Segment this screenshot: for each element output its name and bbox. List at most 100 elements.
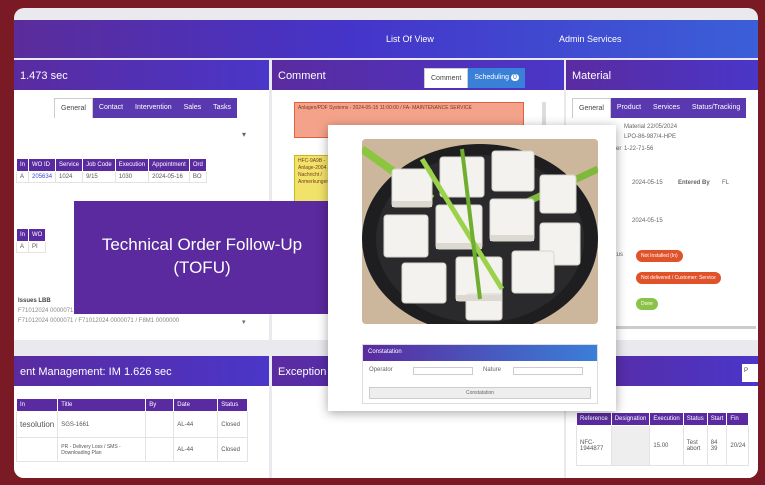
table-cell: 20/24 [726,425,750,466]
table-cell: 1024 [55,171,84,183]
material-value: 2024-05-15 [632,180,663,186]
tab-product[interactable]: Product [610,98,648,118]
table-cell: AL-44 [173,437,219,462]
tab-general[interactable]: General [572,98,611,118]
tofu-banner-title: Technical Order Follow-Up [101,235,303,254]
work-order-tabs: General Contact Intervention Sales Tasks [54,98,238,118]
nature-input[interactable] [513,367,583,375]
scheduling-count-badge: 0 [510,74,519,81]
col-header: Execution [114,158,150,172]
col-header: Execution [649,412,684,426]
table-cell: BO [188,171,207,183]
table-cell: AL-44 [173,411,219,438]
table-cell [610,425,651,466]
table-row[interactable]: tesolution SGS-1661 AL-44 Closed [15,411,249,438]
col-header: In [15,398,59,412]
table-row[interactable]: A 205634 1024 9/15 1030 2024-05-16 BO [15,171,207,183]
tab-sales[interactable]: Sales [177,98,208,118]
col-header: Appointment [148,158,190,172]
operator-label: Operator [369,367,393,373]
nav-admin-services[interactable]: Admin Services [559,34,622,44]
chevron-down-icon[interactable]: ▾ [242,318,246,326]
table-cell: Closed [217,437,249,462]
col-header: Ord [188,158,207,172]
operator-input[interactable] [413,367,473,375]
col-header: In [15,158,30,172]
table-cell: PI [28,241,47,253]
col-header: Job Code [82,158,116,172]
tab-services[interactable]: Services [647,98,686,118]
issues-label: Issues LBB [18,298,51,304]
col-header: WO [28,228,47,242]
related-table: In WO A PI [15,228,47,253]
col-header: WO ID [28,158,57,172]
tab-scheduling[interactable]: Scheduling 0 [468,68,525,88]
chevron-down-icon[interactable]: ▾ [242,130,246,139]
tofu-banner: Technical Order Follow-Up (TOFU) [74,201,330,314]
tab-status-tracking[interactable]: Status/Tracking [685,98,747,118]
col-header: Title [57,398,147,412]
incident-table: In Title By Date Status tesolution SGS-1… [15,398,249,462]
material-tabs: General Product Services Status/Tracking [572,98,747,118]
panel-tab[interactable]: P [742,364,758,382]
incident-panel-title: ent Management: IM 1.626 sec [14,356,269,386]
col-header: By [145,398,175,412]
status-badge: Not delivered / Customer: Service [636,272,721,284]
table-cell: SGS-1661 [57,411,147,438]
table-row[interactable]: PR - Delivery Loss / SMS - Downloading P… [15,437,249,462]
material-value: 2024-05-15 [632,218,663,224]
status-table: Reference Designation Execution Status S… [576,412,750,466]
monitor-frame: List Of View Admin Services 1.473 sec Ge… [0,0,765,485]
tofu-bowl-illustration [362,139,598,324]
comment-tabs: Comment Scheduling 0 [424,68,525,88]
material-panel-title: Material [566,60,758,90]
table-cell: NFC-1944877 [576,425,612,466]
tab-comment[interactable]: Comment [424,68,469,88]
horizontal-scrollbar[interactable] [606,326,756,329]
incident-panel: ent Management: IM 1.626 sec In Title By… [14,356,269,478]
tab-contact[interactable]: Contact [92,98,130,118]
table-cell: 1030 [114,171,150,183]
table-cell: A [15,241,30,253]
table-cell: tesolution [15,411,59,438]
status-badge: Not Installed (In) [636,250,683,262]
tab-tasks[interactable]: Tasks [207,98,238,118]
done-badge: Done [636,298,658,310]
table-cell: Test abort [682,425,708,466]
table-cell: 9/15 [82,171,116,183]
table-cell: 2024-05-16 [148,171,190,183]
nav-list-of-view[interactable]: List Of View [386,34,434,44]
top-navigation-bar: List Of View Admin Services [14,20,758,58]
entered-by-label: Entered By [678,180,710,186]
table-cell[interactable]: 205634 [28,171,57,183]
col-header: Reference [576,412,612,426]
nature-label: Nature [483,367,502,373]
table-cell [15,437,59,462]
app-screen: List Of View Admin Services 1.473 sec Ge… [14,8,758,478]
material-value: Material 22/05/2024 [624,124,678,130]
col-header: In [15,228,30,242]
tab-general[interactable]: General [54,98,93,118]
material-value: 1-22-71-56 [624,146,654,152]
work-order-panel-title: 1.473 sec [14,60,269,90]
table-cell: Closed [217,411,249,438]
col-header: Designation [610,412,651,426]
col-header: Fin [726,412,750,426]
material-value: LPO-86-987/4-HPE [624,134,677,140]
table-row[interactable]: A PI [15,241,47,253]
table-cell: 84 39 [706,425,728,466]
work-order-table: In WO ID Service Job Code Execution Appo… [15,158,207,183]
constatation-form: Constatation Operator Nature Constatatio… [362,344,598,404]
tab-intervention[interactable]: Intervention [129,98,178,118]
col-header: Service [55,158,84,172]
col-header: Status [217,398,249,412]
submit-button[interactable]: Constatation [369,387,591,399]
col-header: Date [173,398,219,412]
form-title: Constatation [363,345,597,361]
col-header: Start [706,412,728,426]
table-row[interactable]: NFC-1944877 15.00 Test abort 84 39 20/24 [576,425,750,466]
tofu-photo [362,139,598,324]
entered-by-value: FL [722,180,730,186]
table-cell: PR - Delivery Loss / SMS - Downloading P… [57,437,147,462]
col-header: Status [682,412,708,426]
